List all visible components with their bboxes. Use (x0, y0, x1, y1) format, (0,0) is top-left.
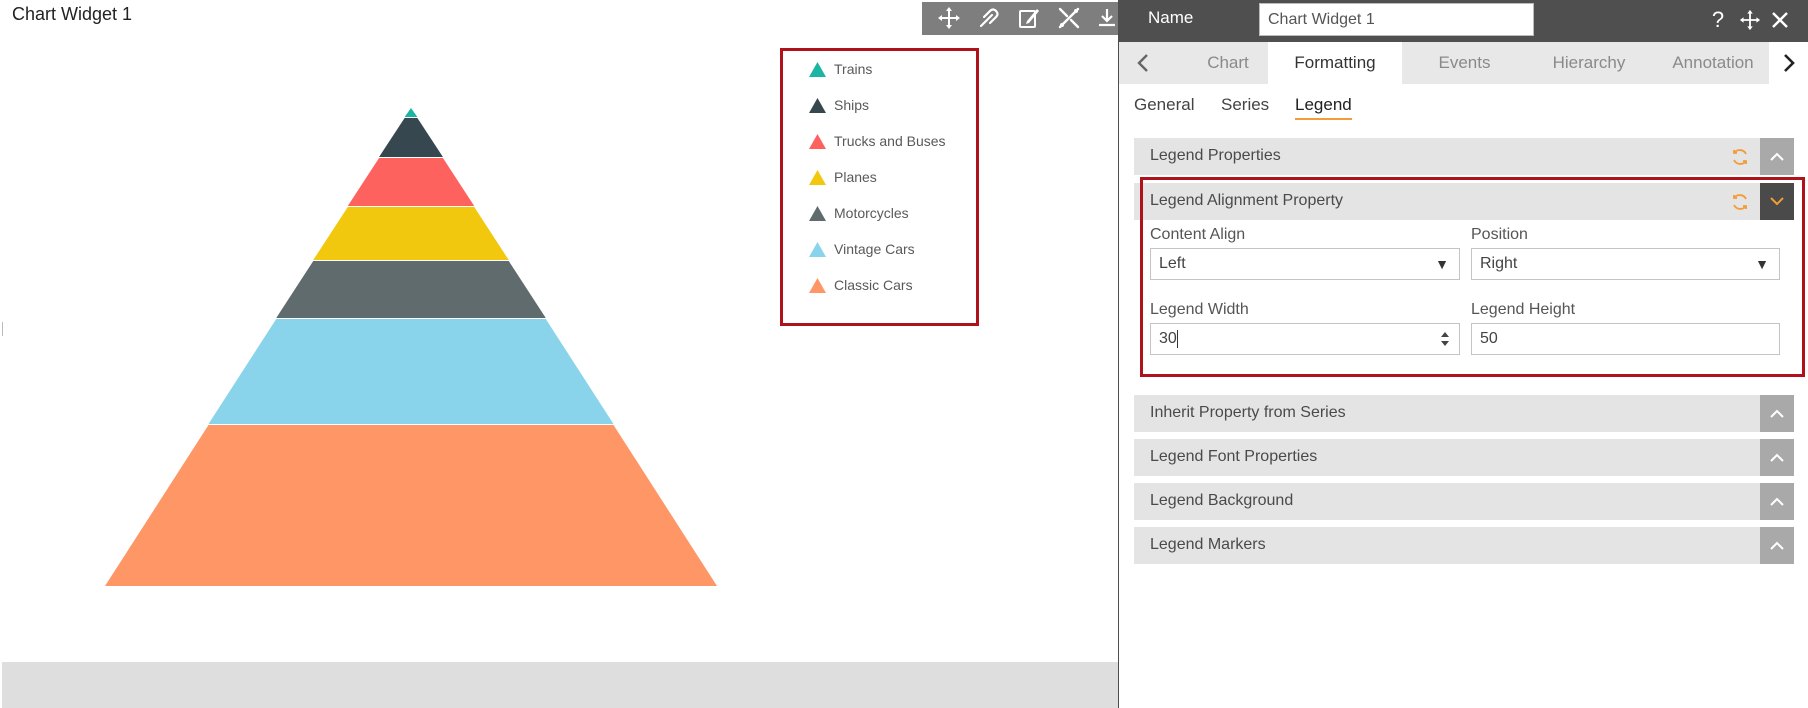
alignment-highlight (1140, 177, 1805, 377)
legend-label: Ships (834, 97, 870, 113)
legend-item[interactable]: Classic Cars (809, 275, 913, 295)
move-icon[interactable] (1737, 7, 1763, 33)
legend-marker-icon (809, 97, 826, 113)
panel-header: Name Chart Widget 1 ? (1119, 0, 1808, 42)
legend-marker-icon (809, 133, 826, 149)
legend-label: Trucks and Buses (834, 133, 946, 149)
legend-label: Motorcycles (834, 205, 909, 221)
section-legend-properties[interactable]: Legend Properties (1134, 138, 1794, 175)
pyramid-layer-classic-cars[interactable] (105, 425, 717, 586)
legend-marker-icon (809, 205, 826, 221)
status-bar (2, 662, 1119, 708)
tab-hierarchy[interactable]: Hierarchy (1527, 42, 1651, 84)
legend-item[interactable]: Trains (809, 59, 872, 79)
legend-marker-icon (809, 277, 826, 293)
section-title: Inherit Property from Series (1150, 404, 1346, 421)
section-legend-background[interactable]: Legend Background (1134, 483, 1794, 520)
legend-label: Classic Cars (834, 277, 913, 293)
widget-toolbar (922, 2, 1120, 35)
chevron-up-icon[interactable] (1760, 138, 1794, 175)
subtab-legend[interactable]: Legend (1295, 95, 1352, 120)
move-icon[interactable] (936, 5, 962, 31)
section-title: Legend Properties (1150, 147, 1281, 164)
download-icon[interactable] (1094, 5, 1120, 31)
pyramid-layer-trains[interactable] (404, 108, 418, 117)
resize-handle[interactable] (2, 322, 3, 336)
legend-item[interactable]: Motorcycles (809, 203, 909, 223)
pyramid-layer-vintage-cars[interactable] (208, 319, 614, 424)
chevron-up-icon[interactable] (1760, 483, 1794, 520)
chart-legend: Trains Ships Trucks and Buses Planes Motorcy… (780, 48, 979, 326)
legend-label: Vintage Cars (834, 241, 915, 257)
section-inherit-property[interactable]: Inherit Property from Series (1134, 395, 1794, 432)
section-title: Legend Background (1150, 492, 1294, 509)
section-title: Legend Font Properties (1150, 448, 1318, 465)
legend-marker-icon (809, 61, 826, 77)
legend-marker-icon (809, 241, 826, 257)
legend-label: Planes (834, 169, 877, 185)
pyramid-layer-ships[interactable] (379, 118, 443, 157)
chevron-up-icon[interactable] (1760, 395, 1794, 432)
legend-item[interactable]: Trucks and Buses (809, 131, 946, 151)
chevron-up-icon[interactable] (1760, 439, 1794, 476)
pyramid-layer-planes[interactable] (313, 207, 509, 260)
widget-name-input[interactable]: Chart Widget 1 (1259, 3, 1534, 36)
legend-item[interactable]: Vintage Cars (809, 239, 915, 259)
pyramid-layer-trucks-and-buses[interactable] (347, 158, 475, 206)
tabs-next-icon[interactable] (1769, 42, 1808, 84)
refresh-icon[interactable] (1730, 147, 1750, 167)
subtab-series[interactable]: Series (1221, 95, 1269, 115)
pyramid-layers (105, 108, 717, 586)
pyramid-layer-motorcycles[interactable] (276, 261, 546, 318)
panel-tabs: Chart Formatting Events Hierarchy Annota… (1119, 42, 1808, 84)
tab-annotation[interactable]: Annotation (1651, 42, 1775, 84)
tools-icon[interactable] (1056, 5, 1082, 31)
chevron-up-icon[interactable] (1760, 527, 1794, 564)
properties-panel: Name Chart Widget 1 ? Chart Formatting E… (1118, 0, 1808, 708)
legend-marker-icon (809, 169, 826, 185)
section-legend-font[interactable]: Legend Font Properties (1134, 439, 1794, 476)
legend-item[interactable]: Ships (809, 95, 869, 115)
legend-label: Trains (834, 61, 873, 77)
name-label: Name (1148, 8, 1194, 27)
subtab-general[interactable]: General (1134, 95, 1194, 115)
tab-formatting[interactable]: Formatting (1268, 42, 1402, 84)
link-icon[interactable] (976, 5, 1002, 31)
tabs-prev-icon[interactable] (1123, 42, 1163, 84)
section-legend-markers[interactable]: Legend Markers (1134, 527, 1794, 564)
section-title: Legend Markers (1150, 536, 1266, 553)
tab-events[interactable]: Events (1402, 42, 1527, 84)
legend-item[interactable]: Planes (809, 167, 877, 187)
edit-icon[interactable] (1016, 5, 1042, 31)
close-icon[interactable] (1767, 7, 1793, 33)
help-icon[interactable]: ? (1705, 7, 1731, 33)
